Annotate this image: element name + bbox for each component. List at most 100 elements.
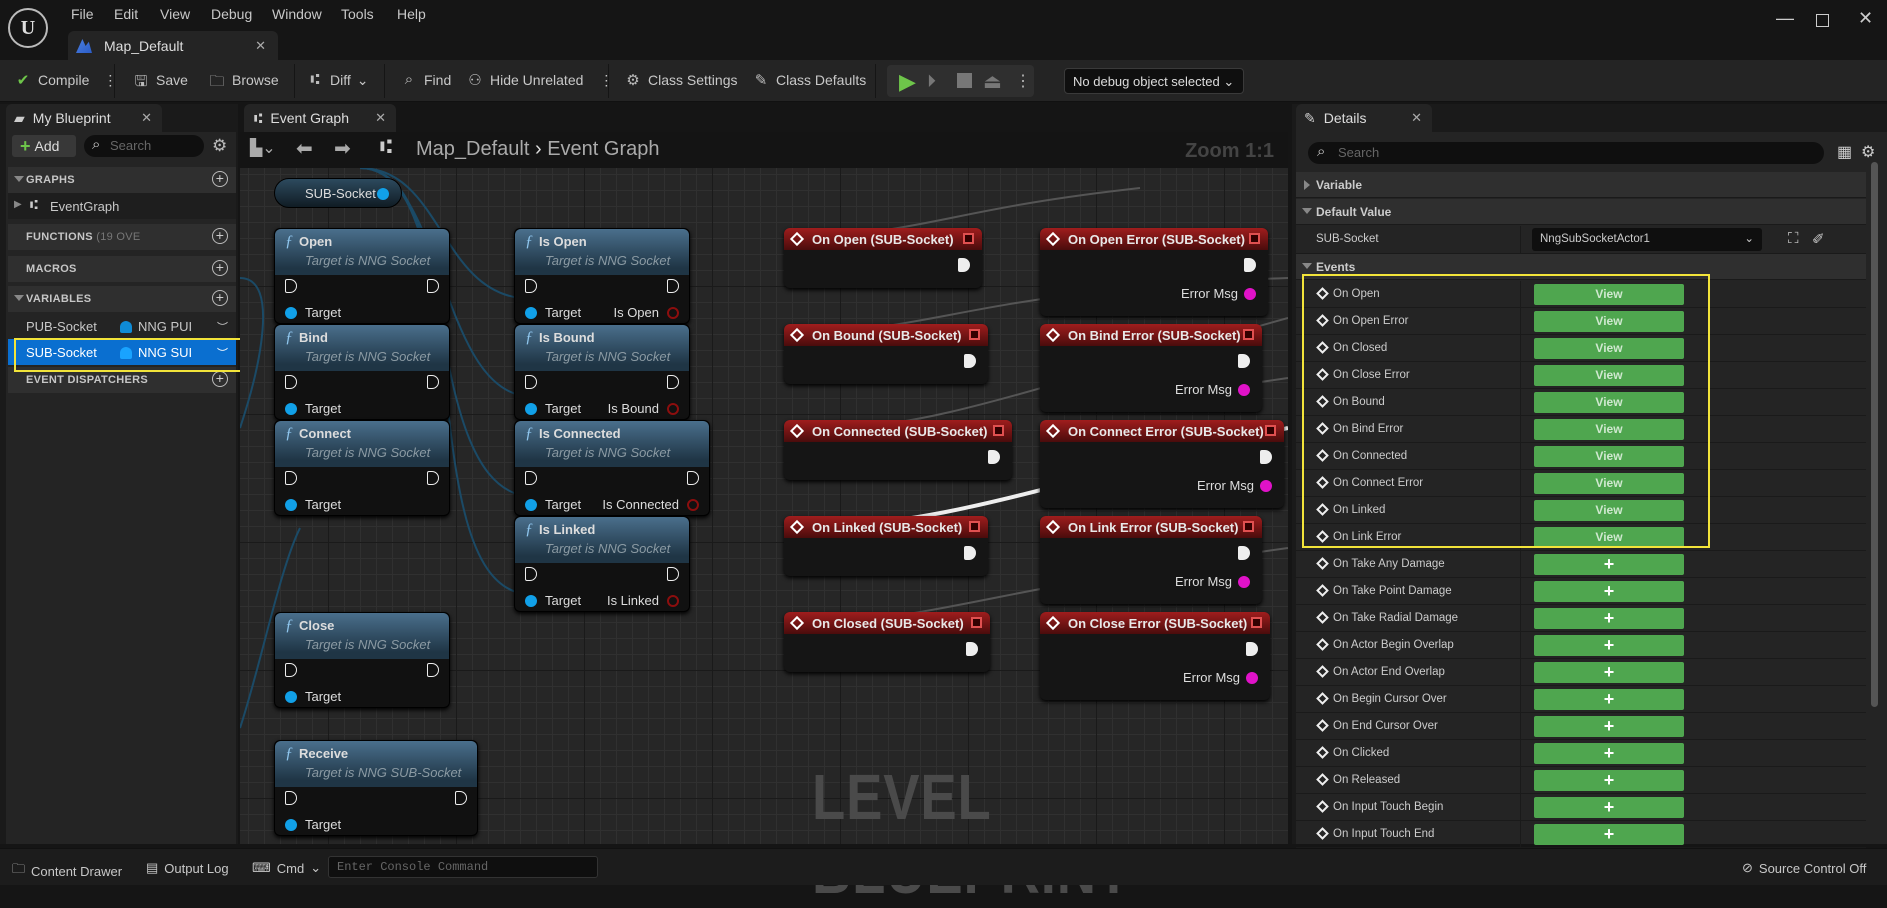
- eye-closed-icon[interactable]: ︶: [217, 319, 228, 335]
- exec-in-pin[interactable]: [285, 663, 297, 677]
- variable-item[interactable]: PUB-Socket NNG PUI ︶: [8, 313, 236, 339]
- add-event-button[interactable]: +: [1534, 635, 1684, 656]
- event-node[interactable]: On Linked (SUB-Socket): [784, 516, 988, 576]
- menu-file[interactable]: File: [71, 6, 94, 22]
- debug-object-select[interactable]: No debug object selected ⌄: [1064, 68, 1244, 94]
- delegate-pin[interactable]: [1251, 617, 1262, 628]
- bool-output-pin[interactable]: [667, 595, 679, 607]
- exec-out-pin[interactable]: [964, 546, 976, 560]
- source-control-button[interactable]: ⊘ Source Control Off: [1742, 860, 1866, 876]
- play-icon[interactable]: ▶: [899, 69, 916, 95]
- function-node[interactable]: ƒ Is Linked Target is NNG Socket Target Is L…: [514, 516, 690, 612]
- step-icon[interactable]: ⏵: [927, 71, 936, 92]
- target-pin[interactable]: [525, 499, 537, 511]
- delegate-pin[interactable]: [993, 425, 1004, 436]
- delegate-pin[interactable]: [963, 233, 974, 244]
- menu-edit[interactable]: Edit: [114, 6, 138, 22]
- add-event-button[interactable]: +: [1534, 770, 1684, 791]
- string-output-pin[interactable]: [1238, 384, 1250, 396]
- exec-out-pin[interactable]: [687, 471, 699, 485]
- event-graph-tab[interactable]: ⑆ Event Graph ✕: [244, 104, 396, 132]
- exec-out-pin[interactable]: [988, 450, 1000, 464]
- exec-out-pin[interactable]: [427, 471, 439, 485]
- add-event-button[interactable]: +: [1534, 743, 1684, 764]
- exec-out-pin[interactable]: [1246, 642, 1258, 656]
- string-output-pin[interactable]: [1244, 288, 1256, 300]
- event-node[interactable]: On Bind Error (SUB-Socket) Error Msg: [1040, 324, 1262, 412]
- content-drawer-button[interactable]: 🗀 Content Drawer: [12, 860, 122, 882]
- breadcrumb-map[interactable]: Map_Default: [416, 138, 529, 160]
- exec-in-pin[interactable]: [525, 567, 537, 581]
- default-value-select[interactable]: NngSubSocketActor1 ⌄: [1532, 228, 1762, 251]
- close-tab-icon[interactable]: ✕: [141, 110, 152, 126]
- add-event-button[interactable]: +: [1534, 824, 1684, 845]
- event-node[interactable]: On Close Error (SUB-Socket) Error Msg: [1040, 612, 1270, 700]
- add-event-button[interactable]: +: [1534, 608, 1684, 629]
- target-pin[interactable]: [285, 307, 297, 319]
- output-log-button[interactable]: ▤ Output Log: [146, 860, 229, 876]
- section-graphs[interactable]: GRAPHS +: [8, 167, 236, 193]
- exec-out-pin[interactable]: [667, 567, 679, 581]
- section-variables[interactable]: VARIABLES +: [8, 286, 236, 312]
- menu-debug[interactable]: Debug: [211, 6, 252, 22]
- target-pin[interactable]: [525, 403, 537, 415]
- exec-in-pin[interactable]: [285, 791, 297, 805]
- exec-in-pin[interactable]: [285, 471, 297, 485]
- delegate-pin[interactable]: [969, 521, 980, 532]
- console-command-input[interactable]: Enter Console Command: [328, 856, 598, 878]
- graph-item-eventgraph[interactable]: ▶ ⑆ EventGraph: [8, 193, 236, 219]
- add-macro-icon[interactable]: +: [212, 260, 228, 276]
- bool-output-pin[interactable]: [667, 307, 679, 319]
- details-search-input[interactable]: ⌕ Search: [1308, 142, 1824, 164]
- function-node[interactable]: ƒ Bind Target is NNG Socket Target: [274, 324, 450, 420]
- minimize-icon[interactable]: —: [1776, 8, 1794, 29]
- compile-options-icon[interactable]: ⋮: [103, 72, 117, 89]
- menu-help[interactable]: Help: [397, 6, 426, 22]
- string-output-pin[interactable]: [1238, 576, 1250, 588]
- function-node[interactable]: ƒ Close Target is NNG Socket Target: [274, 612, 450, 708]
- delegate-pin[interactable]: [969, 329, 980, 340]
- expand-icon[interactable]: ▶: [14, 199, 22, 210]
- exec-in-pin[interactable]: [525, 471, 537, 485]
- save-button[interactable]: 🖫 Save: [132, 71, 188, 90]
- compile-button[interactable]: ✔ Compile ⋮: [14, 71, 118, 90]
- details-scrollbar[interactable]: [1871, 162, 1878, 707]
- close-tab-icon[interactable]: ✕: [1411, 110, 1422, 126]
- delegate-pin[interactable]: [1243, 521, 1254, 532]
- add-event-button[interactable]: +: [1534, 662, 1684, 683]
- breadcrumb-event-graph[interactable]: Event Graph: [547, 138, 659, 160]
- event-node[interactable]: On Connected (SUB-Socket): [784, 420, 1012, 480]
- menu-window[interactable]: Window: [272, 6, 322, 22]
- delegate-pin[interactable]: [1249, 233, 1260, 244]
- exec-out-pin[interactable]: [1238, 354, 1250, 368]
- function-node[interactable]: ƒ Open Target is NNG Socket Target: [274, 228, 450, 324]
- menu-view[interactable]: View: [160, 6, 190, 22]
- gear-icon[interactable]: ⚙: [212, 136, 227, 156]
- find-button[interactable]: ⌕ Find: [400, 71, 451, 89]
- function-node[interactable]: ƒ Is Open Target is NNG Socket Target Is Ope…: [514, 228, 690, 324]
- table-view-icon[interactable]: ▦: [1837, 142, 1852, 162]
- class-settings-button[interactable]: ⚙ Class Settings: [624, 71, 737, 89]
- back-arrow-icon[interactable]: ⬅: [296, 136, 313, 161]
- exec-in-pin[interactable]: [285, 375, 297, 389]
- target-pin[interactable]: [285, 691, 297, 703]
- maximize-icon[interactable]: [1816, 14, 1829, 27]
- class-defaults-button[interactable]: ✎ Class Defaults: [752, 71, 867, 89]
- eyedropper-icon[interactable]: ✐: [1812, 230, 1825, 248]
- exec-in-pin[interactable]: [525, 279, 537, 293]
- add-dispatcher-icon[interactable]: +: [212, 371, 228, 387]
- string-output-pin[interactable]: [1246, 672, 1258, 684]
- event-node[interactable]: On Bound (SUB-Socket): [784, 324, 988, 384]
- exec-out-pin[interactable]: [427, 663, 439, 677]
- exec-out-pin[interactable]: [964, 354, 976, 368]
- add-variable-icon[interactable]: +: [212, 290, 228, 306]
- stop-icon[interactable]: [957, 73, 972, 88]
- exec-out-pin[interactable]: [427, 279, 439, 293]
- blueprint-search-input[interactable]: ⌕ Search: [84, 135, 204, 157]
- target-pin[interactable]: [525, 307, 537, 319]
- function-node[interactable]: ƒ Receive Target is NNG SUB-Socket Target: [274, 740, 478, 836]
- section-default-value[interactable]: Default Value: [1296, 199, 1866, 225]
- play-options-icon[interactable]: ⋮: [1015, 71, 1031, 91]
- delegate-pin[interactable]: [1243, 329, 1254, 340]
- add-event-button[interactable]: +: [1534, 554, 1684, 575]
